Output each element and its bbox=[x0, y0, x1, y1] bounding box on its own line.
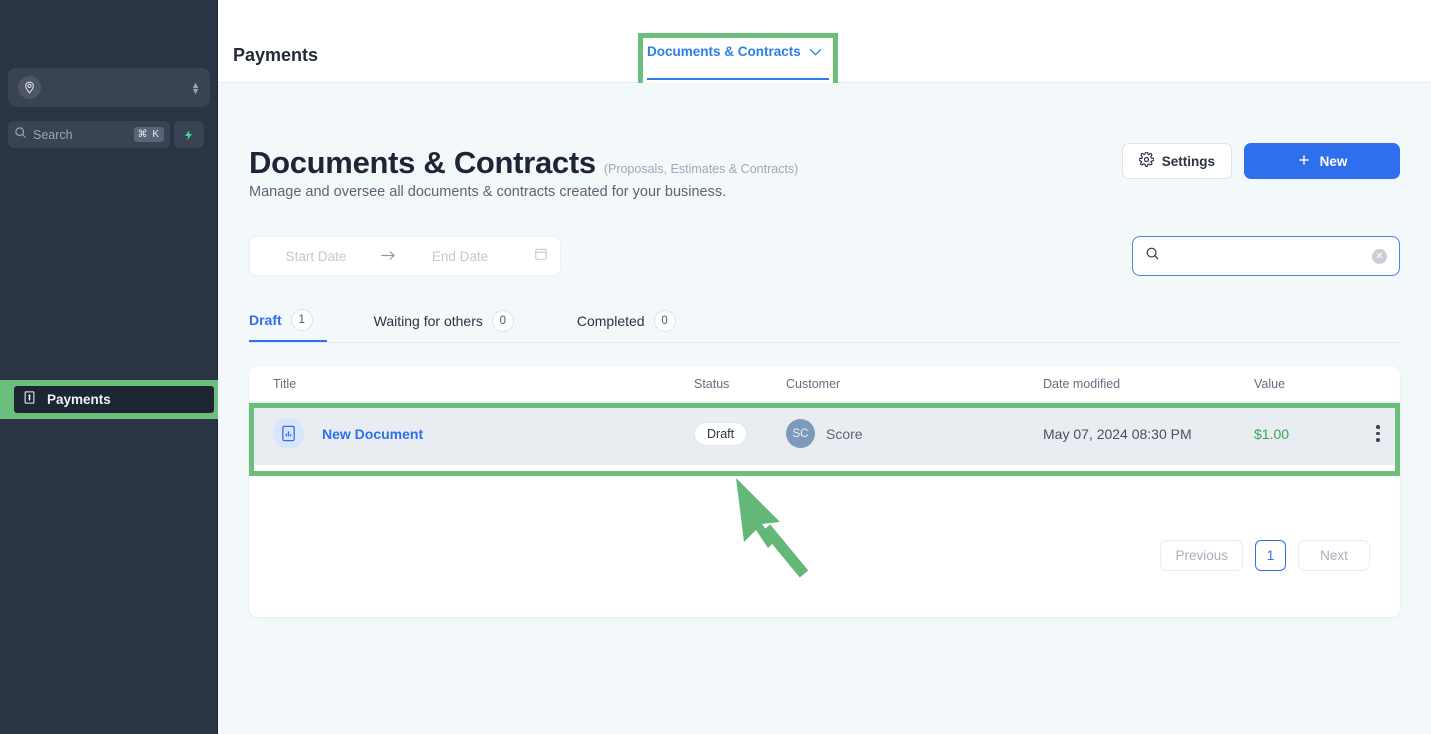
next-page-button[interactable]: Next bbox=[1298, 540, 1370, 571]
search-icon bbox=[14, 126, 27, 144]
pagination: Previous 1 Next bbox=[1160, 540, 1370, 571]
settings-button-label: Settings bbox=[1161, 153, 1215, 169]
tab-completed-count: 0 bbox=[653, 309, 676, 332]
page-description: Manage and oversee all documents & contr… bbox=[249, 184, 727, 200]
settings-button[interactable]: Settings bbox=[1121, 143, 1232, 179]
new-button-label: New bbox=[1319, 153, 1348, 169]
end-date-input[interactable]: End Date bbox=[406, 249, 514, 264]
top-tab-label: Documents & Contracts bbox=[647, 44, 801, 59]
top-header: Payments Documents & Contracts bbox=[218, 0, 1431, 90]
chevron-up-down-icon: ▲ ▼ bbox=[191, 79, 200, 96]
tab-draft-label: Draft bbox=[249, 311, 282, 328]
search-shortcut-badge: ⌘ K bbox=[133, 127, 164, 142]
table-search-input[interactable] bbox=[1170, 248, 1362, 264]
sidebar: ▲ ▼ Search ⌘ K Payments bbox=[0, 0, 219, 734]
sidebar-search-row: Search ⌘ K bbox=[8, 121, 204, 148]
page-title: Documents & Contracts bbox=[249, 145, 596, 180]
status-tabs: Draft 1 Waiting for others 0 Completed 0 bbox=[249, 299, 1400, 343]
clear-circle-icon[interactable]: ✕ bbox=[1372, 248, 1387, 264]
calendar-icon bbox=[534, 247, 548, 266]
table-header-row: Title Status Customer Date modified Valu… bbox=[249, 366, 1400, 402]
lightning-bolt-icon[interactable] bbox=[174, 121, 204, 148]
column-header-date-modified: Date modified bbox=[1043, 376, 1121, 391]
tab-completed-label: Completed bbox=[576, 312, 645, 329]
search-input[interactable]: Search ⌘ K bbox=[8, 121, 170, 148]
column-header-customer: Customer bbox=[786, 376, 841, 391]
table-search-field[interactable]: ✕ bbox=[1132, 236, 1400, 276]
table-row-highlight-box bbox=[249, 403, 1400, 476]
location-pin-avatar-icon bbox=[18, 76, 41, 99]
gear-icon bbox=[1138, 151, 1155, 170]
plus-icon bbox=[1297, 153, 1311, 170]
header-actions: Settings New bbox=[1121, 143, 1400, 179]
start-date-input[interactable]: Start Date bbox=[262, 249, 370, 264]
sidebar-item-payments[interactable]: Payments bbox=[14, 386, 214, 413]
org-switcher[interactable]: ▲ ▼ bbox=[8, 68, 210, 107]
search-placeholder: Search bbox=[33, 127, 73, 142]
tab-documents-and-contracts[interactable]: Documents & Contracts bbox=[647, 44, 829, 80]
tab-waiting-label: Waiting for others bbox=[373, 312, 483, 329]
tab-draft-count: 1 bbox=[290, 308, 313, 331]
column-header-status: Status bbox=[694, 376, 730, 391]
search-icon bbox=[1145, 246, 1160, 266]
page-section-title: Payments bbox=[233, 45, 319, 65]
arrow-right-icon bbox=[380, 248, 396, 264]
chevron-down-icon bbox=[809, 44, 822, 60]
new-button[interactable]: New bbox=[1244, 143, 1400, 179]
page-number-1[interactable]: 1 bbox=[1255, 540, 1286, 571]
date-range-picker[interactable]: Start Date End Date bbox=[249, 236, 561, 276]
tab-waiting-count: 0 bbox=[491, 309, 514, 332]
app-root: ▲ ▼ Search ⌘ K Payments Payments Documen… bbox=[0, 0, 1431, 734]
tab-draft[interactable]: Draft 1 bbox=[249, 299, 327, 342]
sidebar-item-label: Payments bbox=[47, 392, 111, 407]
column-header-value: Value bbox=[1254, 376, 1286, 391]
tab-waiting-for-others[interactable]: Waiting for others 0 bbox=[374, 299, 530, 342]
previous-page-button[interactable]: Previous bbox=[1160, 540, 1243, 571]
bill-dollar-icon bbox=[22, 390, 37, 410]
column-header-title: Title bbox=[273, 376, 297, 391]
page-title-suffix: (Proposals, Estimates & Contracts) bbox=[603, 162, 799, 176]
page-title-wrap: Documents & Contracts (Proposals, Estima… bbox=[249, 145, 798, 181]
tab-completed[interactable]: Completed 0 bbox=[577, 299, 692, 342]
